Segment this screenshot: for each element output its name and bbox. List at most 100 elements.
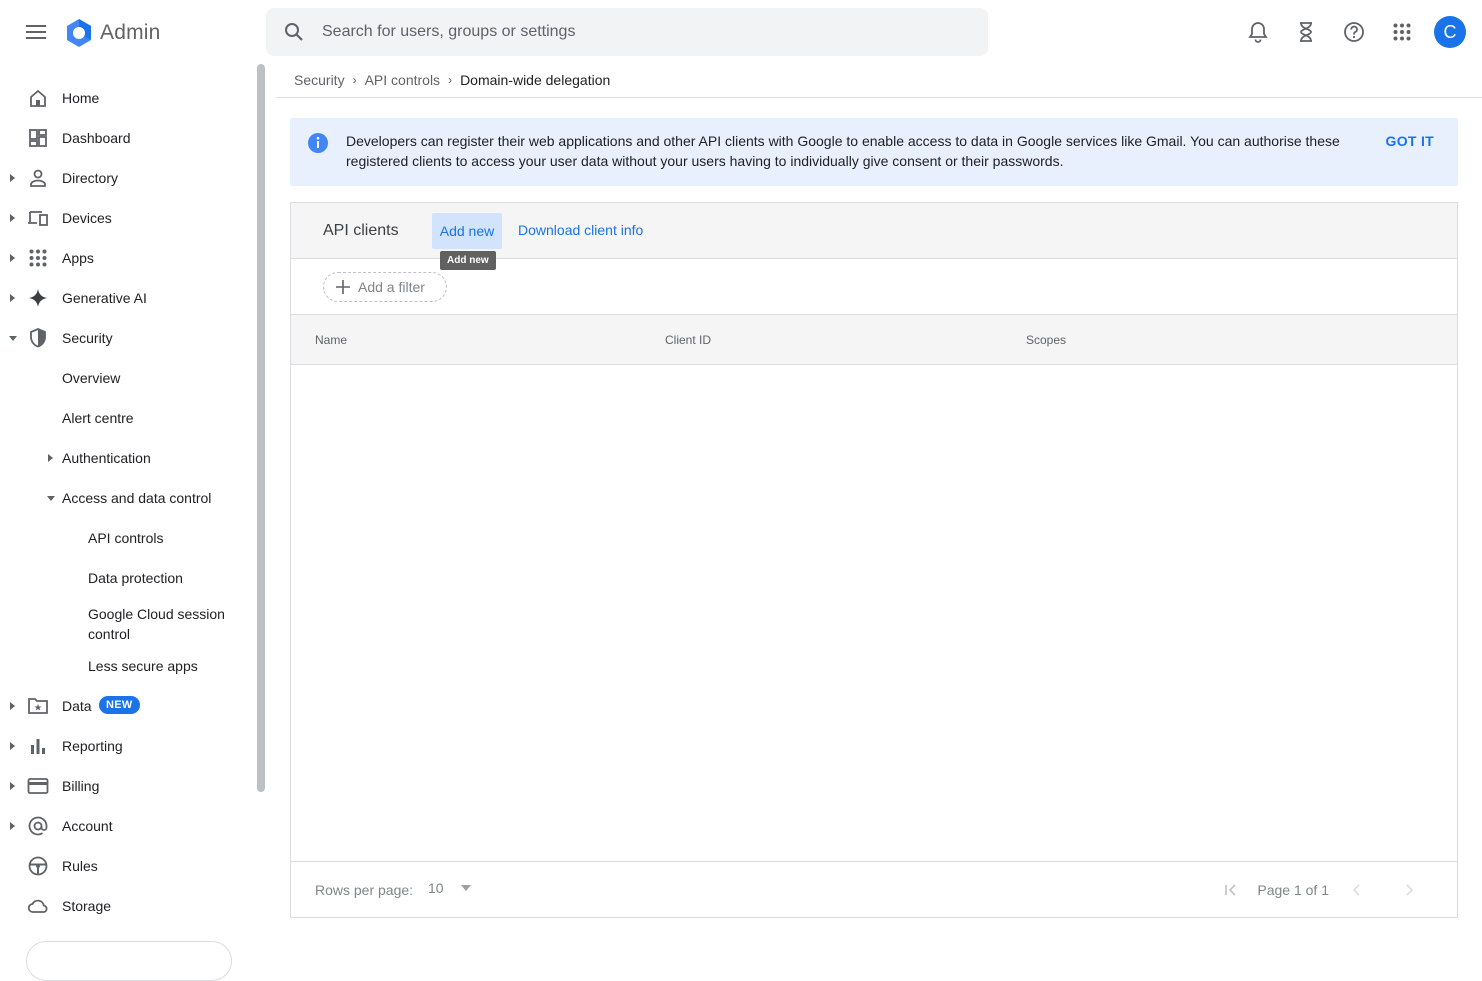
add-filter-chip[interactable]: Add a filter xyxy=(323,272,447,302)
sidebar-item-security[interactable]: Security xyxy=(0,318,250,358)
sidebar-item-home[interactable]: Home xyxy=(0,78,250,118)
sidebar-item-label: Apps xyxy=(62,250,94,266)
chevron-right-icon: › xyxy=(448,73,453,87)
account-avatar[interactable]: C xyxy=(1434,16,1466,48)
breadcrumb-api-controls[interactable]: API controls xyxy=(365,72,440,88)
caret-right-icon xyxy=(10,742,15,750)
caret-down-icon xyxy=(47,496,55,501)
caret-right-icon xyxy=(10,822,15,830)
sidebar-item-overview[interactable]: Overview xyxy=(0,358,250,398)
sidebar-item-label: Data protection xyxy=(88,570,183,586)
bar-chart-icon xyxy=(31,739,45,754)
sidebar-item-reporting[interactable]: Reporting xyxy=(0,726,250,766)
notifications-button[interactable] xyxy=(1234,12,1282,52)
sidebar-item-dashboard[interactable]: Dashboard xyxy=(0,118,250,158)
api-clients-card: API clients Add new Download client info… xyxy=(290,202,1458,918)
rows-per-page-label: Rows per page: xyxy=(315,882,414,898)
rows-per-page-select[interactable]: 10 xyxy=(428,880,472,896)
add-new-button[interactable]: Add new xyxy=(432,213,502,249)
sidebar-item-label: API controls xyxy=(88,530,164,546)
sidebar-item-storage[interactable]: Storage xyxy=(0,886,250,926)
chevron-right-icon xyxy=(1406,884,1414,896)
header-divider xyxy=(276,97,1482,98)
add-new-tooltip: Add new xyxy=(440,251,496,270)
sidebar-item-label: Generative AI xyxy=(62,290,147,306)
sidebar-item-directory[interactable]: Directory xyxy=(0,158,250,198)
devices-icon xyxy=(28,211,48,226)
sidebar-item-authentication[interactable]: Authentication xyxy=(0,438,250,478)
next-page-button[interactable] xyxy=(1397,878,1421,902)
help-button[interactable] xyxy=(1330,12,1378,52)
caret-right-icon xyxy=(10,214,15,222)
sidebar-item-label: Dashboard xyxy=(62,130,131,146)
top-app-bar: Admin C xyxy=(0,0,1482,64)
sidebar-item-label: Less secure apps xyxy=(88,658,198,674)
sidebar-item-label: Storage xyxy=(62,898,112,914)
folder-star-icon xyxy=(28,698,48,714)
sidebar-item-label: Account xyxy=(62,818,113,834)
breadcrumb-current: Domain-wide delegation xyxy=(460,72,611,88)
caret-right-icon xyxy=(10,702,15,710)
dropdown-arrow-icon xyxy=(460,885,471,891)
chevron-left-icon xyxy=(1352,884,1360,896)
tasks-button[interactable] xyxy=(1282,12,1330,52)
at-sign-icon xyxy=(28,816,48,836)
sidebar-item-label: Security xyxy=(62,330,113,346)
search-input[interactable] xyxy=(322,23,922,41)
apps-grid-icon xyxy=(1393,23,1411,41)
sidebar-item-apps[interactable]: Apps xyxy=(0,238,250,278)
sidebar-item-label: Home xyxy=(62,90,100,106)
sidebar-item-api-controls[interactable]: API controls xyxy=(0,518,250,558)
sidebar-item-google-cloud-session-control[interactable]: Google Cloud session control xyxy=(0,598,250,646)
previous-page-button[interactable] xyxy=(1345,878,1369,902)
sidebar-item-label: Billing xyxy=(62,778,100,794)
info-icon xyxy=(308,133,328,153)
table-header: Name Client ID Scopes xyxy=(291,315,1457,365)
main-menu-button[interactable] xyxy=(20,16,52,48)
sidebar-item-data-protection[interactable]: Data protection xyxy=(0,558,250,598)
sidebar-item-account[interactable]: Account xyxy=(0,806,250,846)
admin-logo[interactable]: Admin xyxy=(64,18,161,48)
google-apps-button[interactable] xyxy=(1378,12,1426,52)
column-header-client-id[interactable]: Client ID xyxy=(665,333,711,347)
plus-icon xyxy=(336,280,350,294)
help-icon xyxy=(1344,22,1364,42)
rows-per-page-value: 10 xyxy=(428,880,444,896)
caret-right-icon xyxy=(48,454,53,462)
breadcrumb-security[interactable]: Security xyxy=(294,72,345,88)
sidebar-item-billing[interactable]: Billing xyxy=(0,766,250,806)
cloud-icon xyxy=(27,899,48,913)
first-page-icon xyxy=(1225,884,1236,896)
sidebar-item-label: Rules xyxy=(62,858,98,874)
page-indicator: Page 1 of 1 xyxy=(1257,882,1329,898)
first-page-button[interactable] xyxy=(1219,878,1243,902)
caret-down-icon xyxy=(9,336,17,341)
got-it-button[interactable]: GOT IT xyxy=(1386,133,1434,149)
sidebar-item-less-secure-apps[interactable]: Less secure apps xyxy=(0,646,250,686)
column-header-scopes[interactable]: Scopes xyxy=(1026,333,1066,347)
info-banner: Developers can register their web applic… xyxy=(290,118,1458,186)
sidebar-item-label: Data xyxy=(62,698,92,714)
sidebar-item-label: Authentication xyxy=(62,450,151,466)
hourglass-icon xyxy=(1300,22,1312,42)
breadcrumb: Security › API controls › Domain-wide de… xyxy=(294,72,610,88)
sidebar-item-label: Access and data control xyxy=(62,490,212,506)
download-client-info-button[interactable]: Download client info xyxy=(518,222,643,238)
sidebar-scrollbar[interactable] xyxy=(257,64,265,792)
add-filter-label: Add a filter xyxy=(358,279,425,295)
search-bar[interactable] xyxy=(266,8,988,56)
table-footer: Rows per page: 10 Page 1 of 1 xyxy=(291,861,1457,917)
bell-icon xyxy=(1248,22,1268,43)
sidebar-item-alert-centre[interactable]: Alert centre xyxy=(0,398,250,438)
caret-right-icon xyxy=(10,782,15,790)
sidebar-item-rules[interactable]: Rules xyxy=(0,846,250,886)
apps-grid-icon xyxy=(29,249,47,267)
banner-text: Developers can register their web applic… xyxy=(346,133,1340,169)
search-icon xyxy=(285,23,303,41)
sidebar-item-data[interactable]: Data NEW xyxy=(0,686,250,726)
sidebar-item-access-and-data-control[interactable]: Access and data control xyxy=(0,478,250,518)
sidebar-item-generative-ai[interactable]: Generative AI xyxy=(0,278,250,318)
sidebar-item-devices[interactable]: Devices xyxy=(0,198,250,238)
sidebar-bottom-button[interactable] xyxy=(26,941,232,981)
column-header-name[interactable]: Name xyxy=(315,333,347,347)
